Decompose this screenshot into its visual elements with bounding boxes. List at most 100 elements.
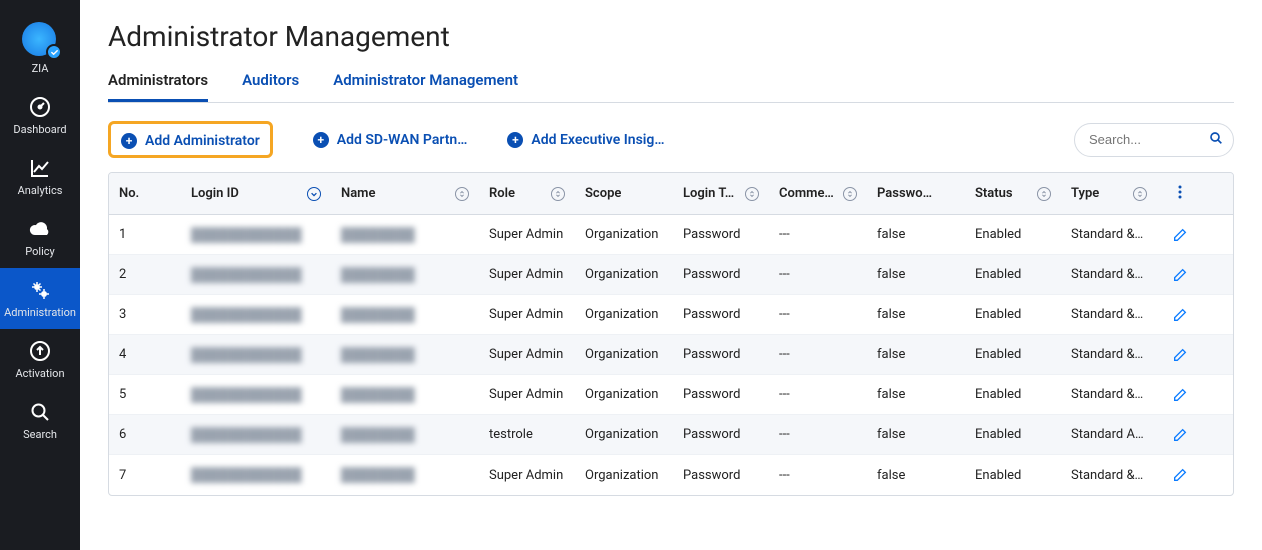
td-login-id: ████████████ <box>181 227 331 243</box>
sidebar-item-analytics[interactable]: Analytics <box>0 146 80 207</box>
td-login-id: ████████████ <box>181 387 331 403</box>
sidebar-item-label: Policy <box>25 245 54 258</box>
add-executive-insights-button[interactable]: + Add Executive Insig… <box>507 132 664 148</box>
td-comments: --- <box>769 307 867 322</box>
th-no[interactable]: No. <box>109 186 181 201</box>
td-type: Standard &… <box>1061 267 1157 282</box>
td-no: 4 <box>109 347 181 362</box>
td-password: false <box>867 307 965 322</box>
th-login-type[interactable]: Login T… <box>673 186 769 201</box>
td-status: Enabled <box>965 307 1061 322</box>
add-administrator-button[interactable]: + Add Administrator <box>121 133 260 149</box>
td-role: Super Admin <box>479 468 575 483</box>
td-status: Enabled <box>965 227 1061 242</box>
td-password: false <box>867 267 965 282</box>
edit-row-button[interactable] <box>1157 387 1203 403</box>
sidebar-item-label: ZIA <box>32 62 49 75</box>
td-name: ████████ <box>331 227 479 243</box>
th-comments[interactable]: Comme… <box>769 186 867 201</box>
sort-icon[interactable] <box>1133 187 1147 201</box>
tab-admin-management[interactable]: Administrator Management <box>333 71 518 102</box>
edit-row-button[interactable] <box>1157 267 1203 283</box>
td-role: Super Admin <box>479 267 575 282</box>
table-menu-button[interactable] <box>1172 184 1188 204</box>
th-name[interactable]: Name <box>331 186 479 201</box>
tab-administrators[interactable]: Administrators <box>108 71 208 102</box>
table-row: 1████████████████████Super AdminOrganiza… <box>109 215 1233 255</box>
cloud-icon <box>28 217 52 241</box>
th-status[interactable]: Status <box>965 186 1061 201</box>
th-type[interactable]: Type <box>1061 186 1157 201</box>
actions-bar: + Add Administrator + Add SD-WAN Partn… … <box>108 121 1234 158</box>
edit-row-button[interactable] <box>1157 227 1203 243</box>
td-scope: Organization <box>575 227 673 242</box>
td-type: Standard &… <box>1061 227 1157 242</box>
upload-circle-icon <box>28 339 52 363</box>
td-login-type: Password <box>673 227 769 242</box>
td-scope: Organization <box>575 307 673 322</box>
action-label: Add Executive Insig… <box>531 132 664 148</box>
highlight-add-administrator: + Add Administrator <box>108 121 273 158</box>
sidebar-item-zia[interactable]: ZIA <box>0 12 80 85</box>
th-scope[interactable]: Scope <box>575 186 673 201</box>
td-role: Super Admin <box>479 387 575 402</box>
tabs: Administrators Auditors Administrator Ma… <box>108 71 1234 103</box>
sidebar: ZIA Dashboard Analytics Policy Administr… <box>0 0 80 550</box>
td-name: ████████ <box>331 467 479 483</box>
table-row: 3████████████████████Super AdminOrganiza… <box>109 295 1233 335</box>
plus-icon: + <box>507 132 523 148</box>
edit-row-button[interactable] <box>1157 307 1203 323</box>
sort-icon[interactable] <box>745 187 759 201</box>
table-row: 4████████████████████Super AdminOrganiza… <box>109 335 1233 375</box>
th-role[interactable]: Role <box>479 186 575 201</box>
td-status: Enabled <box>965 468 1061 483</box>
td-no: 1 <box>109 227 181 242</box>
edit-row-button[interactable] <box>1157 347 1203 363</box>
sort-icon[interactable] <box>551 187 565 201</box>
table-header: No. Login ID Name Role Scope Login T… Co… <box>109 173 1233 215</box>
sort-icon[interactable] <box>843 187 857 201</box>
search-icon[interactable] <box>1208 130 1224 150</box>
globe-check-icon <box>22 22 58 58</box>
sidebar-item-activation[interactable]: Activation <box>0 329 80 390</box>
td-login-type: Password <box>673 267 769 282</box>
sort-down-icon[interactable] <box>307 187 321 201</box>
td-scope: Organization <box>575 427 673 442</box>
td-scope: Organization <box>575 468 673 483</box>
sidebar-item-label: Search <box>23 428 57 441</box>
td-name: ████████ <box>331 387 479 403</box>
td-login-id: ████████████ <box>181 427 331 443</box>
td-status: Enabled <box>965 427 1061 442</box>
sidebar-item-label: Activation <box>15 367 64 380</box>
td-login-id: ████████████ <box>181 267 331 283</box>
sort-icon[interactable] <box>1037 187 1051 201</box>
search-wrap <box>1074 123 1234 157</box>
td-status: Enabled <box>965 267 1061 282</box>
sort-icon[interactable] <box>455 187 469 201</box>
td-type: Standard &… <box>1061 387 1157 402</box>
td-password: false <box>867 427 965 442</box>
plus-icon: + <box>313 132 329 148</box>
td-login-id: ████████████ <box>181 347 331 363</box>
sidebar-item-search[interactable]: Search <box>0 390 80 451</box>
td-name: ████████ <box>331 427 479 443</box>
td-no: 6 <box>109 427 181 442</box>
add-sdwan-partner-button[interactable]: + Add SD-WAN Partn… <box>313 132 468 148</box>
td-no: 2 <box>109 267 181 282</box>
sidebar-item-policy[interactable]: Policy <box>0 207 80 268</box>
td-password: false <box>867 227 965 242</box>
td-role: testrole <box>479 427 575 442</box>
td-login-id: ████████████ <box>181 307 331 323</box>
edit-row-button[interactable] <box>1157 427 1203 443</box>
td-no: 3 <box>109 307 181 322</box>
tab-auditors[interactable]: Auditors <box>242 71 299 102</box>
chart-line-icon <box>28 156 52 180</box>
td-no: 5 <box>109 387 181 402</box>
th-password[interactable]: Passwo… <box>867 186 965 201</box>
sidebar-item-administration[interactable]: Administration <box>0 268 80 329</box>
td-login-type: Password <box>673 387 769 402</box>
edit-row-button[interactable] <box>1157 467 1203 483</box>
th-login-id[interactable]: Login ID <box>181 186 331 201</box>
td-password: false <box>867 387 965 402</box>
sidebar-item-dashboard[interactable]: Dashboard <box>0 85 80 146</box>
